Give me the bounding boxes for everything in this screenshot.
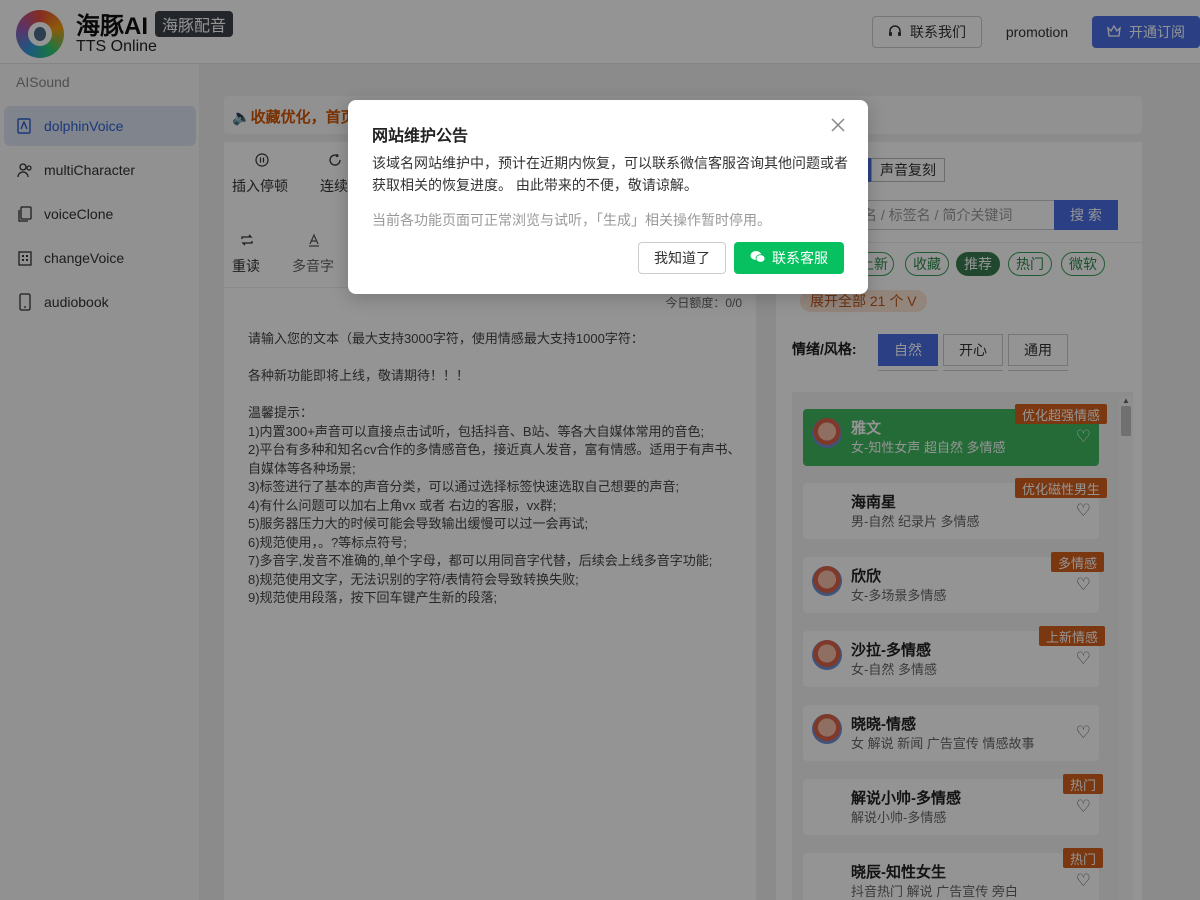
maintenance-modal: 网站维护公告 该域名网站维护中，预计在近期内恢复，可以联系微信客服咨询其他问题或…: [348, 100, 868, 294]
contact-support-button[interactable]: 联系客服: [734, 242, 844, 274]
acknowledge-button[interactable]: 我知道了: [638, 242, 726, 274]
modal-body: 该域名网站维护中，预计在近期内恢复，可以联系微信客服咨询其他问题或者获取相关的恢…: [372, 155, 848, 193]
wechat-icon: [750, 250, 766, 267]
contact-support-label: 联系客服: [772, 250, 828, 266]
modal-title: 网站维护公告: [372, 128, 469, 145]
modal-note: 当前各功能页面可正常浏览与试听，「生成」相关操作暂时停用。: [372, 212, 771, 228]
close-icon[interactable]: [830, 116, 846, 139]
